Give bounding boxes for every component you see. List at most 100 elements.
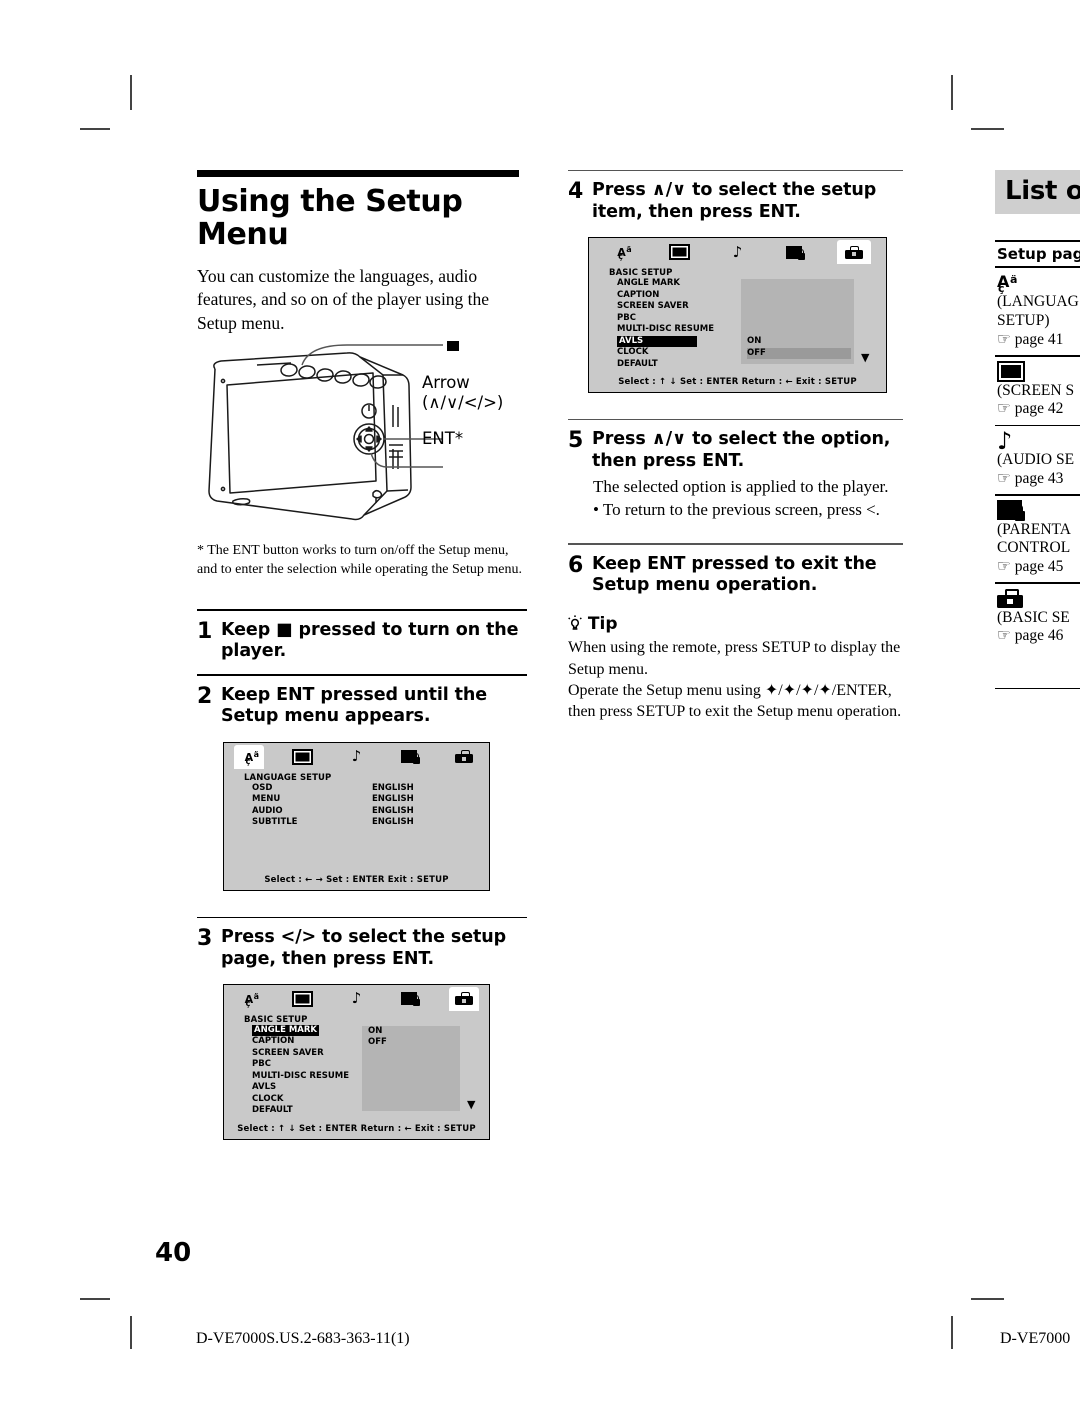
osd-tab-basic[interactable] [449,986,479,1011]
step-5-number: 5 [568,428,584,454]
osd-screenshot-language-setup: Açä ♪ LANGUAGE SETUP OSD ENGLISH MENU ENGL… [223,741,490,891]
column-middle: 4 Press ∧/∨ to select the setup item, th… [568,170,903,722]
osd-tab-basic[interactable] [836,240,871,265]
osd-row[interactable]: DEFAULT [617,359,886,371]
audio-icon: ♪ [351,989,362,1008]
stop-square-marker [447,338,459,351]
entry-page-ref[interactable]: ☞ page 41 [997,331,1080,350]
entry-page-ref[interactable]: ☞ page 43 [997,470,1080,489]
table-header-setup-page: Setup page [997,245,1080,264]
table-row-rule [995,688,1080,690]
osd-option-off[interactable]: OFF [368,1037,387,1049]
osd-tab-parental[interactable] [395,987,425,1011]
step-1-number: 1 [197,618,213,644]
scroll-down-arrow-icon: ▼ [861,351,870,365]
osd-body: BASIC SETUP ANGLE MARK CAPTION SCREEN SA… [224,1010,489,1120]
osd-option-on[interactable]: ON [368,1026,382,1038]
divider [197,674,527,677]
section-banner: List o [995,170,1080,214]
crop-mark-bottom-left-vertical [130,1316,132,1349]
basic-icon [455,750,474,764]
osd-row[interactable]: CAPTION [617,290,886,302]
divider [197,609,527,611]
osd-tab-audio[interactable]: ♪ [342,745,372,769]
osd-row[interactable]: AVLS [252,1082,489,1094]
osd-row[interactable]: SCREEN SAVER [252,1048,489,1060]
osd-heading: LANGUAGE SETUP [244,772,332,783]
osd-tab-parental[interactable] [779,240,813,264]
basic-icon [455,992,474,1006]
osd-screenshot-basic-setup-step4: Açä ♪ BASIC SETUP ANGLE MARK CAPTION SCR… [588,237,887,394]
step-1-text: Keep ■ pressed to turn on the player. [221,619,519,662]
step-6: 6 Keep ENT pressed to exit the Setup men… [568,554,903,597]
osd-tab-audio[interactable]: ♪ [721,240,755,264]
osd-tab-audio[interactable]: ♪ [342,987,372,1011]
setup-page-entry-screen[interactable]: (SCREEN S ☞ page 42 [995,357,1080,425]
basic-icon [997,588,1080,609]
screen-icon [292,748,314,765]
osd-row[interactable]: SCREEN SAVER [617,301,886,313]
osd-row[interactable]: OSD ENGLISH [252,783,489,795]
setup-page-entry-audio[interactable]: ♪ (AUDIO SE ☞ page 43 [995,426,1080,494]
entry-page-ref[interactable]: ☞ page 46 [997,627,1080,646]
osd-heading: BASIC SETUP [609,268,673,279]
divider [568,419,903,421]
tip-label: Tip [587,614,618,635]
osd-row[interactable]: PBC [617,313,886,325]
step-3: 3 Press </> to select the setup page, th… [197,927,527,970]
footnote: * The ENT button works to turn on/off th… [197,542,523,577]
basic-icon [844,245,863,259]
audio-icon: ♪ [351,747,362,766]
screen-icon [997,360,1080,382]
setup-page-entry-parental[interactable]: (PARENTA CONTROL ☞ page 45 [995,496,1080,583]
divider [568,543,903,545]
osd-option-off[interactable]: OFF [747,347,851,360]
entry-label-line1: (AUDIO SE [997,451,1075,469]
intro-paragraph: You can customize the languages, audio f… [197,266,490,333]
player-drawing [208,338,459,521]
osd-tab-language[interactable]: Açä [234,744,264,769]
osd-row[interactable]: SUBTITLE ENGLISH [252,817,489,829]
parental-icon [997,500,1080,522]
osd-footer-hints: Select : ↑ ↓ Set : ENTER Return : ← Exit… [589,373,886,393]
step-2: 2 Keep ENT pressed until the Setup menu … [197,685,527,728]
osd-tab-language[interactable]: Açä [234,987,264,1011]
callout-arrow: Arrow (∧/∨/</>) [422,372,504,413]
step-2-text: Keep ENT pressed until the Setup menu ap… [221,685,488,727]
setup-page-entry-language[interactable]: Açä (LANGUAG SETUP) ☞ page 41 [995,268,1080,355]
osd-row[interactable]: DEFAULT [252,1105,489,1117]
parental-icon [400,750,420,765]
crop-mark-top-right-horizontal [971,128,1004,130]
crop-mark-bottom-right-vertical [951,1316,953,1349]
entry-label-line1: (LANGUAG [997,293,1079,311]
osd-tab-basic[interactable] [449,745,479,769]
osd-tab-screen[interactable] [288,987,318,1011]
setup-page-entry-basic[interactable]: (BASIC SE ☞ page 46 [995,584,1080,652]
entry-page-ref[interactable]: ☞ page 45 [997,558,1080,577]
step-4-text: Press ∧/∨ to select the setup item, then… [592,180,877,222]
step-5-description: The selected option is applied to the pl… [593,477,889,497]
osd-row[interactable]: MULTI-DISC RESUME [252,1071,489,1083]
osd-tab-language[interactable]: Açä [605,240,639,264]
osd-row[interactable]: PBC [252,1059,489,1071]
entry-page-ref[interactable]: ☞ page 42 [997,400,1080,419]
step-4-number: 4 [568,179,584,205]
osd-body: BASIC SETUP ANGLE MARK CAPTION SCREEN SA… [589,264,886,374]
entry-label-line1: (SCREEN S [997,381,1075,399]
osd-row[interactable]: MULTI-DISC RESUME [617,324,886,336]
osd-footer-hints: Select : ↑ ↓ Set : ENTER Return : ← Exit… [224,1119,489,1139]
crop-mark-top-left-vertical [130,75,132,110]
crop-mark-top-right-vertical [951,75,953,110]
osd-row[interactable]: CLOCK [252,1094,489,1106]
osd-option-on[interactable]: ON [747,336,761,348]
osd-tab-screen[interactable] [288,745,318,769]
osd-row[interactable]: ANGLE MARK [617,278,886,290]
device-illustration: Arrow (∧/∨/</>) ENT* [197,338,527,541]
osd-row[interactable]: AUDIO ENGLISH [252,806,489,818]
audio-icon: ♪ [732,242,743,261]
osd-row[interactable]: MENU ENGLISH [252,794,489,806]
osd-tab-screen[interactable] [663,240,697,264]
page-number: 40 [155,1238,192,1268]
osd-tab-parental[interactable] [395,745,425,769]
parental-icon [400,992,420,1007]
